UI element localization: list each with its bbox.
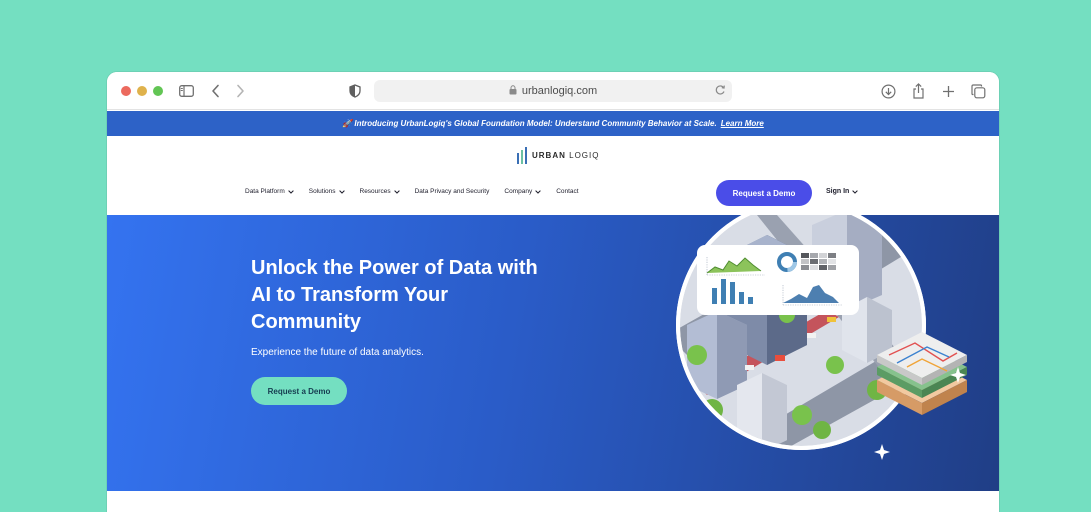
learn-more-link[interactable]: Learn More [721, 119, 764, 128]
nav-item-resources[interactable]: Resources [360, 188, 400, 195]
forward-icon[interactable] [231, 82, 249, 100]
share-icon[interactable] [909, 82, 927, 100]
logo-wordmark: URBAN LOGIQ [532, 151, 600, 160]
announcement-text: 🚀 Introducing UrbanLogiq's Global Founda… [342, 119, 717, 128]
chevron-down-icon [852, 189, 859, 194]
hero-subtitle: Experience the future of data analytics. [251, 347, 424, 358]
logo-mark-icon [517, 147, 527, 164]
announcement-bar: 🚀 Introducing UrbanLogiq's Global Founda… [107, 111, 999, 136]
smart-city-illustration [676, 215, 967, 460]
nav-item-data-privacy[interactable]: Data Privacy and Security [415, 188, 490, 195]
chevron-down-icon [535, 189, 541, 194]
request-demo-button[interactable]: Request a Demo [716, 180, 812, 206]
address-bar[interactable]: urbanlogiq.com [374, 80, 732, 102]
lock-icon [509, 84, 517, 98]
browser-toolbar: urbanlogiq.com [107, 72, 999, 110]
reload-icon[interactable] [714, 83, 726, 100]
nav-item-contact[interactable]: Contact [556, 188, 578, 195]
main-nav: Data Platform Solutions Resources Data P… [245, 188, 594, 195]
new-tab-icon[interactable] [939, 82, 957, 100]
url-text: urbanlogiq.com [521, 85, 598, 97]
sidebar-icon[interactable] [177, 82, 195, 100]
nav-item-solutions[interactable]: Solutions [309, 188, 345, 195]
sign-in-menu[interactable]: Sign In [826, 188, 859, 195]
hero-section: Unlock the Power of Data with AI to Tran… [107, 215, 999, 491]
browser-window: urbanlogiq.com 🚀 Introducing UrbanLogiq'… [107, 72, 999, 512]
chevron-down-icon [287, 189, 294, 194]
nav-item-data-platform[interactable]: Data Platform [245, 188, 294, 195]
zoom-window-button[interactable] [153, 86, 163, 96]
urbanlogiq-logo[interactable]: URBAN LOGIQ [517, 147, 599, 164]
page-content-start [107, 491, 999, 512]
hero-request-demo-button[interactable]: Request a Demo [251, 377, 347, 405]
chevron-down-icon [338, 189, 345, 194]
nav-item-company[interactable]: Company [504, 188, 541, 195]
site-header: URBAN LOGIQ Data Platform Solutions Reso… [107, 136, 999, 215]
shield-icon[interactable] [346, 82, 364, 100]
tabs-overview-icon[interactable] [969, 82, 987, 100]
close-window-button[interactable] [121, 86, 131, 96]
back-icon[interactable] [207, 82, 225, 100]
hero-title: Unlock the Power of Data with AI to Tran… [251, 257, 538, 333]
minimize-window-button[interactable] [137, 86, 147, 96]
chevron-down-icon [393, 189, 400, 194]
download-icon[interactable] [879, 82, 897, 100]
